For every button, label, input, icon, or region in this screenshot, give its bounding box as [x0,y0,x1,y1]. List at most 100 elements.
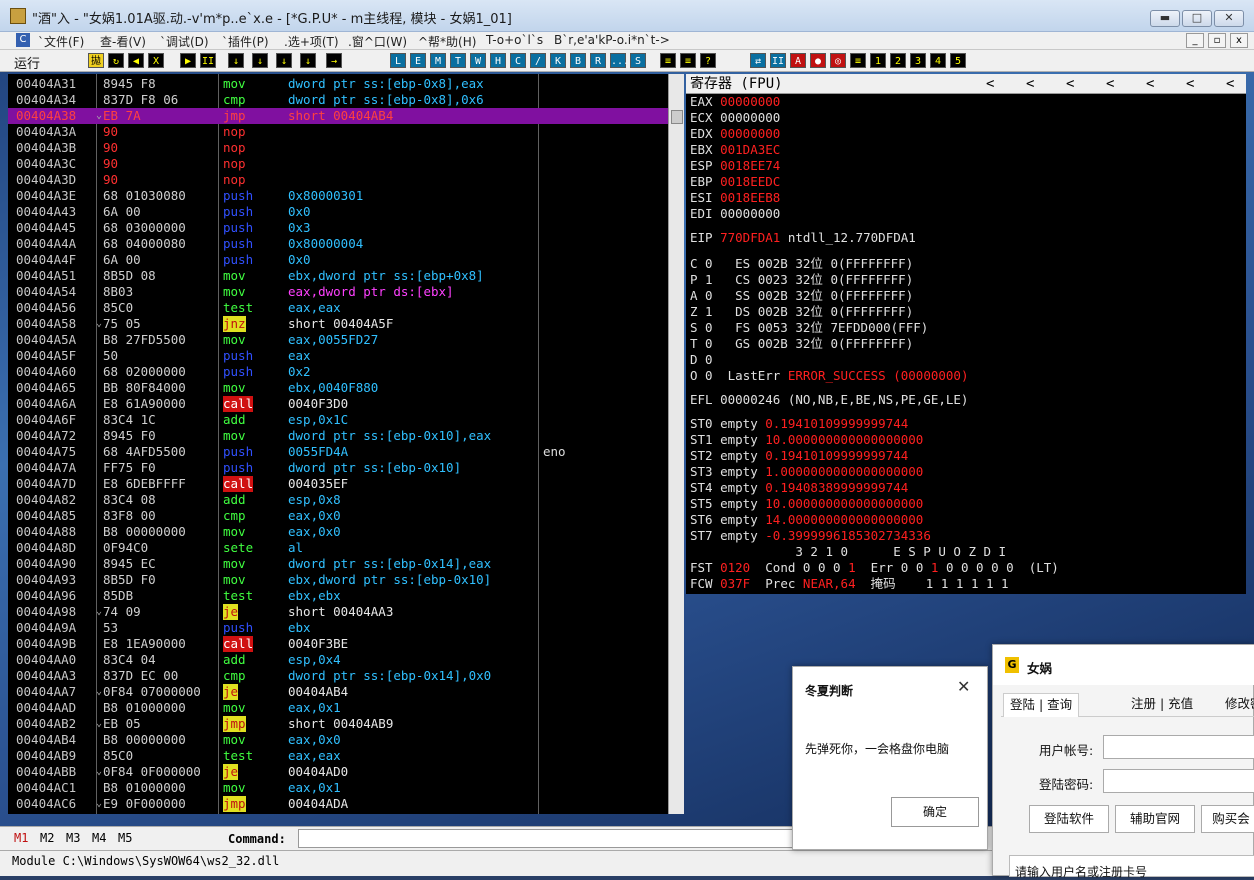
disasm-row[interactable]: 00404A6F 83C4 1C add esp,0x1C [8,412,684,428]
disasm-row[interactable]: 00404A5F 50 push eax [8,348,684,364]
toolbar-button[interactable]: T [450,53,466,68]
disasm-row[interactable]: 00404AAD B8 01000000 mov eax,0x1 [8,700,684,716]
disasm-row[interactable]: 00404A96 85DB test ebx,ebx [8,588,684,604]
disasm-row[interactable]: 00404A56 85C0 test eax,eax [8,300,684,316]
disasm-row[interactable]: 00404A45 68 03000000 push 0x3 [8,220,684,236]
scroll-thumb[interactable] [671,110,683,124]
flag-row[interactable]: C 0 ES 002B 32位 0(FFFFFFFF) [690,256,913,272]
toolbar-button[interactable]: II [770,53,786,68]
disasm-row[interactable]: 00404A3D 90 nop [8,172,684,188]
login-button[interactable]: 登陆软件 [1029,805,1109,833]
register-row[interactable]: EBX 001DA3EC [690,142,780,158]
menu-breakpoint[interactable]: B`r,e'a'kP-o.i*n`t-> [554,33,670,47]
menu-help[interactable]: ^帮*助(H) [418,33,476,50]
disasm-row[interactable]: 00404A4F 6A 00 push 0x0 [8,252,684,268]
toolbar-button[interactable]: M [430,53,446,68]
toolbar-button[interactable]: II [200,53,216,68]
disasm-row[interactable]: 00404A93 8B5D F0 mov ebx,dword ptr ss:[ebp-… [8,572,684,588]
fpu-row[interactable]: ST4 empty 0.19408389999999744 [690,480,908,496]
close-button[interactable]: ✕ [1214,10,1244,27]
fpu-row[interactable]: ST7 empty -0.3999996185302734336 [690,528,931,544]
flag-row[interactable]: D 0 [690,352,735,368]
register-row[interactable]: EDX 00000000 [690,126,780,142]
fpu-row[interactable]: ST0 empty 0.19410109999999744 [690,416,908,432]
flag-row[interactable]: O 0 LastErr ERROR_SUCCESS (00000000) [690,368,968,384]
fpu-row[interactable]: 3 2 1 0 E S P U O Z D I [690,544,1006,560]
toolbar-button[interactable]: ◀ [128,53,144,68]
memory-tab-m4[interactable]: M4 [92,831,106,845]
password-input[interactable] [1103,769,1254,793]
disasm-row[interactable]: 00404AC6 ⌄ E9 0F000000 jmp 00404ADA [8,796,684,812]
disasm-row[interactable]: 00404AA3 837D EC 00 cmp dword ptr ss:[ebp-0… [8,668,684,684]
register-row[interactable]: ESI 0018EEB8 [690,190,780,206]
disasm-row[interactable]: 00404A31 8945 F8 mov dword ptr ss:[ebp-0x8]… [8,76,684,92]
disasm-row[interactable]: 00404A38 ⌄ EB 7A jmp short 00404AB4 [8,108,684,124]
nav-prev-arrow[interactable]: < [1146,74,1154,94]
toolbar-button[interactable]: ... [610,53,629,68]
mdi-minimize-button[interactable]: _ [1186,33,1204,48]
toolbar-button[interactable]: → [326,53,342,68]
disasm-row[interactable]: 00404A7A FF75 F0 push dword ptr ss:[ebp-0x1… [8,460,684,476]
toolbar-button[interactable]: ↓ [228,53,244,68]
toolbar-button[interactable]: 3 [910,53,926,68]
disasm-row[interactable]: 00404A72 8945 F0 mov dword ptr ss:[ebp-0x10… [8,428,684,444]
toolbar-button[interactable]: ● [810,53,826,68]
disasm-row[interactable]: 00404A9B E8 1EA90000 call 0040F3BE [8,636,684,652]
toolbar-button[interactable]: 拋 [88,53,104,68]
disasm-row[interactable]: 00404A60 68 02000000 push 0x2 [8,364,684,380]
fpu-row[interactable]: ST1 empty 10.000000000000000000 [690,432,923,448]
mdi-restore-button[interactable]: ▫ [1208,33,1226,48]
tab-change-password[interactable]: 修改密 [1219,693,1254,717]
toolbar-button[interactable]: ↓ [300,53,316,68]
toolbar-button[interactable]: 4 [930,53,946,68]
ok-button[interactable]: 确定 [891,797,979,827]
register-row[interactable]: ECX 00000000 [690,110,780,126]
disasm-row[interactable]: 00404AA0 83C4 04 add esp,0x4 [8,652,684,668]
memory-tab-m5[interactable]: M5 [118,831,132,845]
disasm-row[interactable]: 00404A65 BB 80F84000 mov ebx,0040F880 [8,380,684,396]
menu-tools[interactable]: T-o+o`l`s [486,33,543,47]
register-row[interactable]: EAX 00000000 [690,94,780,110]
flag-row[interactable]: A 0 SS 002B 32位 0(FFFFFFFF) [690,288,913,304]
toolbar-button[interactable]: ↓ [252,53,268,68]
disasm-row[interactable]: 00404ABB ⌄ 0F84 0F000000 je 00404AD0 [8,764,684,780]
toolbar-button[interactable]: E [410,53,426,68]
fpu-row[interactable]: FST 0120 Cond 0 0 0 1 Err 0 0 1 0 0 0 0 … [690,560,1059,576]
fpu-row[interactable]: ST2 empty 0.19410109999999744 [690,448,908,464]
toolbar-button[interactable]: K [550,53,566,68]
register-row[interactable]: EBP 0018EEDC [690,174,780,190]
toolbar-button[interactable]: ≡ [660,53,676,68]
disasm-row[interactable]: 00404A90 8945 EC mov dword ptr ss:[ebp-0x14… [8,556,684,572]
fpu-row[interactable]: ST3 empty 1.0000000000000000000 [690,464,923,480]
toolbar-button[interactable]: ? [700,53,716,68]
nav-prev-arrow[interactable]: < [986,74,994,94]
toolbar-button[interactable]: 1 [870,53,886,68]
menu-window[interactable]: .窗^口(W) [348,33,407,50]
menu-options[interactable]: .选+项(T) [284,33,339,50]
toolbar-button[interactable]: 2 [890,53,906,68]
disasm-row[interactable]: 00404A3A 90 nop [8,124,684,140]
disasm-row[interactable]: 00404A9A 53 push ebx [8,620,684,636]
disasm-row[interactable]: 00404A7D E8 6DEBFFFF call 004035EF [8,476,684,492]
flag-row[interactable]: S 0 FS 0053 32位 7EFDD000(FFF) [690,320,928,336]
disasm-row[interactable]: 00404AB4 B8 00000000 mov eax,0x0 [8,732,684,748]
disassembly-pane[interactable]: 00404A31 8945 F8 mov dword ptr ss:[ebp-0x8]… [8,74,684,814]
toolbar-button[interactable]: W [470,53,486,68]
flag-row[interactable]: T 0 GS 002B 32位 0(FFFFFFFF) [690,336,913,352]
disasm-row[interactable]: 00404A6A E8 61A90000 call 0040F3D0 [8,396,684,412]
disasm-row[interactable]: 00404A82 83C4 08 add esp,0x8 [8,492,684,508]
toolbar-button[interactable]: X [148,53,164,68]
toolbar-button[interactable]: ↻ [108,53,124,68]
minimize-button[interactable]: ▬ [1150,10,1180,27]
tab-register-recharge[interactable]: 注册 | 充值 [1125,693,1199,717]
toolbar-button[interactable]: B [570,53,586,68]
toolbar-button[interactable]: ◎ [830,53,846,68]
disasm-row[interactable]: 00404AA7 ⌄ 0F84 07000000 je 00404AB4 [8,684,684,700]
disasm-row[interactable]: 00404A3E 68 01030080 push 0x80000301 [8,188,684,204]
toolbar-button[interactable]: C [510,53,526,68]
window-titlebar[interactable]: "酒"入 - "女娲1.01A驱.动.-v'm*p..e`x.e - [*G.P… [0,0,1254,32]
toolbar-button[interactable]: ≡ [850,53,866,68]
fpu-row[interactable]: ST5 empty 10.000000000000000000 [690,496,923,512]
fpu-row[interactable]: ST6 empty 14.000000000000000000 [690,512,923,528]
disasm-row[interactable]: 00404A88 B8 00000000 mov eax,0x0 [8,524,684,540]
